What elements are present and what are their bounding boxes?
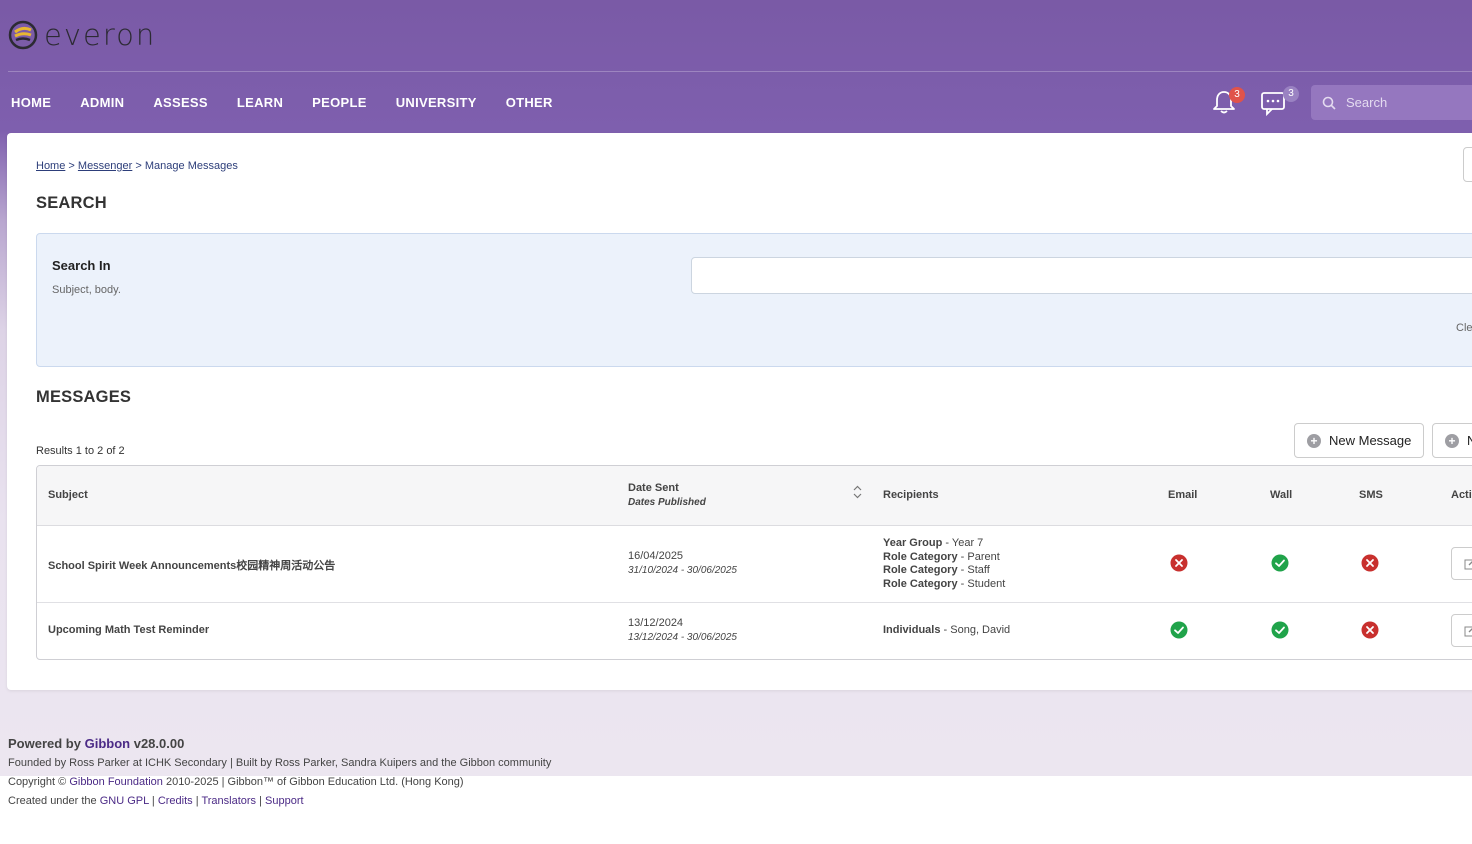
recipient-type: Role Category: [883, 550, 958, 563]
header-subject[interactable]: Subject: [48, 489, 88, 501]
created-prefix: Created under the: [8, 795, 97, 807]
wall-check-icon: [1271, 554, 1289, 572]
edit-icon: [1464, 626, 1472, 637]
translators-link[interactable]: Translators: [201, 795, 256, 807]
results-count: Results 1 to 2 of 2: [36, 445, 125, 457]
breadcrumb-separator: >: [135, 160, 142, 172]
everon-logo-icon: [8, 20, 38, 50]
recipient-type: Year Group: [883, 537, 943, 549]
main-nav: HOME ADMIN ASSESS LEARN PEOPLE UNIVERSIT…: [11, 95, 582, 111]
gibbon-link[interactable]: Gibbon: [85, 736, 131, 751]
search-heading: SEARCH: [36, 194, 107, 212]
recipient-type: Role Category: [883, 564, 958, 576]
header-wall: Wall: [1270, 489, 1293, 501]
credits-link[interactable]: Credits: [158, 795, 193, 807]
gibbon-foundation-link[interactable]: Gibbon Foundation: [69, 776, 163, 788]
search-in-label: Search In: [52, 258, 111, 273]
nav-university[interactable]: UNIVERSITY: [396, 95, 477, 111]
header-actions: Acti: [1451, 489, 1472, 501]
messages-table: Subject Date Sent Dates Published Recipi…: [36, 465, 1472, 660]
search-in-input[interactable]: [691, 257, 1472, 294]
messages-badge: 3: [1283, 86, 1299, 102]
copyright-suffix: 2010-2025 | Gibbon™ of Gibbon Education …: [165, 776, 464, 788]
header-divider: [8, 71, 1472, 72]
sms-cross-icon: [1361, 621, 1379, 639]
header-email: Email: [1168, 489, 1198, 501]
row-date-sent: 16/04/2025: [628, 550, 684, 562]
second-button-label: N: [1467, 433, 1472, 448]
row-dates-published: 13/12/2024 - 30/06/2025: [628, 632, 737, 643]
search-icon: [1322, 96, 1336, 110]
nav-home[interactable]: HOME: [11, 95, 51, 111]
sort-icon[interactable]: [853, 485, 862, 499]
nav-admin[interactable]: ADMIN: [80, 95, 124, 111]
breadcrumb-separator: >: [68, 160, 75, 172]
table-header: Subject Date Sent Dates Published Recipi…: [37, 466, 1472, 526]
table-row: School Spirit Week Announcements校园精神周活动公…: [37, 526, 1472, 603]
recipient-value: Staff: [967, 564, 990, 576]
email-cross-icon: [1170, 554, 1188, 572]
site-logo[interactable]: everon: [8, 20, 156, 50]
breadcrumb-messenger[interactable]: Messenger: [78, 160, 132, 172]
notifications-badge: 3: [1229, 87, 1245, 103]
nav-people[interactable]: PEOPLE: [312, 95, 367, 111]
header-recipients: Recipients: [883, 489, 939, 501]
search-panel: Search In Subject, body. Cle: [36, 233, 1472, 367]
edit-button[interactable]: [1451, 614, 1472, 647]
footer-links: Created under the GNU GPL | Credits | Tr…: [8, 795, 304, 807]
recipient-type: Individuals: [883, 624, 941, 636]
search-in-description: Subject, body.: [52, 284, 121, 296]
recipient-value: Year 7: [951, 537, 984, 549]
new-message-label: New Message: [1329, 433, 1412, 448]
edit-icon: [1464, 559, 1472, 570]
footer-copyright: Copyright © Gibbon Foundation 2010-2025 …: [8, 776, 464, 788]
recipient-value: Song, David: [950, 624, 1011, 636]
global-search-placeholder: Search: [1346, 95, 1388, 110]
sms-cross-icon: [1361, 554, 1379, 572]
recipient-type: Role Category: [883, 577, 958, 590]
footer-powered-by: Powered by Gibbon v28.0.00: [8, 736, 184, 751]
breadcrumb-home[interactable]: Home: [36, 160, 65, 172]
copyright-prefix: Copyright ©: [8, 776, 67, 788]
breadcrumb-current: Manage Messages: [144, 160, 238, 172]
top-right-button[interactable]: [1463, 147, 1472, 182]
messages-heading: MESSAGES: [36, 388, 132, 406]
header-date-sent[interactable]: Date Sent: [628, 482, 679, 494]
row-subject[interactable]: Upcoming Math Test Reminder: [48, 624, 209, 636]
row-recipients: Individuals - Song, David: [883, 624, 1011, 636]
second-new-button[interactable]: + N: [1432, 423, 1472, 458]
email-check-icon: [1170, 621, 1188, 639]
table-row: Upcoming Math Test Reminder 13/12/2024 1…: [37, 603, 1472, 659]
nav-learn[interactable]: LEARN: [237, 95, 283, 111]
row-subject[interactable]: School Spirit Week Announcements校园精神周活动公…: [48, 557, 335, 573]
new-message-button[interactable]: + New Message: [1294, 423, 1424, 458]
header-sms: SMS: [1359, 489, 1383, 501]
footer-founded: Founded by Ross Parker at ICHK Secondary…: [8, 757, 552, 769]
support-link[interactable]: Support: [265, 795, 304, 807]
row-dates-published: 31/10/2024 - 30/06/2025: [628, 565, 737, 576]
logo-text: everon: [44, 18, 157, 52]
row-recipients: Year Group - Year 7 Role Category - Pare…: [883, 537, 1006, 590]
version-text: v28.0.00: [133, 736, 185, 751]
row-date-sent: 13/12/2024: [628, 617, 684, 629]
nav-assess[interactable]: ASSESS: [153, 95, 208, 111]
global-search-input[interactable]: Search: [1311, 85, 1472, 120]
clear-search-link[interactable]: Cle: [1456, 322, 1472, 334]
recipient-value: Parent: [967, 550, 1000, 563]
plus-icon: +: [1307, 433, 1321, 448]
plus-icon: +: [1445, 433, 1459, 448]
breadcrumb: Home > Messenger > Manage Messages: [36, 160, 238, 172]
powered-prefix: Powered by: [8, 736, 81, 751]
gnu-gpl-link[interactable]: GNU GPL: [100, 795, 149, 807]
header-dates-published: Dates Published: [628, 497, 706, 508]
edit-button[interactable]: [1451, 547, 1472, 580]
wall-check-icon: [1271, 621, 1289, 639]
nav-other[interactable]: OTHER: [506, 95, 553, 111]
recipient-value: Student: [967, 577, 1006, 590]
